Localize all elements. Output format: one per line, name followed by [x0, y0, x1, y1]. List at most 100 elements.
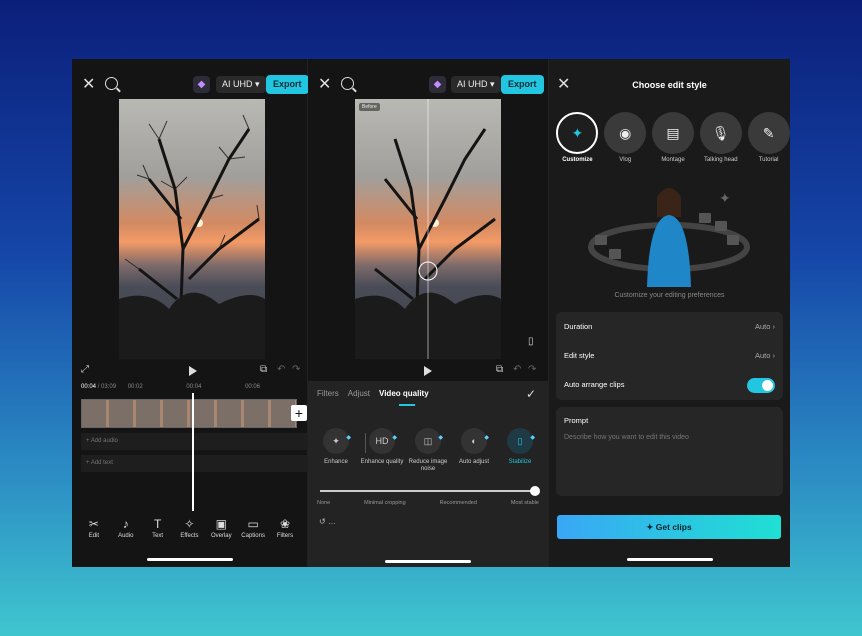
- gem-icon: ◆: [346, 435, 351, 441]
- close-icon[interactable]: ✕: [318, 75, 331, 95]
- reset-icon[interactable]: ↺ …: [319, 517, 336, 526]
- option-glyph: ✦: [332, 436, 340, 446]
- option-auto-adjust[interactable]: ◐ ◆ Auto adjust: [452, 428, 496, 473]
- option-enhance-quality[interactable]: HD ◆ Enhance quality: [360, 428, 404, 473]
- export-button[interactable]: Export: [266, 75, 309, 94]
- tab-adjust[interactable]: Adjust: [348, 389, 370, 398]
- tool-label: Text: [152, 533, 164, 539]
- tool-filters[interactable]: ❀ Filters: [270, 517, 300, 539]
- video-preview[interactable]: [119, 99, 265, 359]
- option-label: Auto adjust: [458, 459, 490, 465]
- page-title: Choose edit style: [632, 80, 707, 90]
- hint-text: Customize your editing preferences: [614, 292, 725, 299]
- prompt-input[interactable]: Describe how you want to edit this video: [564, 434, 689, 441]
- auto-arrange-row: Auto arrange clips: [564, 377, 775, 393]
- stabilize-icon: ▯ ◆: [507, 428, 535, 454]
- duration-label: Duration: [564, 322, 593, 331]
- option-glyph: HD: [375, 436, 389, 446]
- gem-icon[interactable]: ◆: [193, 76, 210, 93]
- export-button[interactable]: Export: [501, 75, 544, 94]
- tool-overlay[interactable]: ▣ Overlay: [206, 517, 236, 539]
- prompt-card[interactable]: Prompt Describe how you want to edit thi…: [556, 407, 783, 496]
- scissors-icon: ✂: [88, 517, 99, 531]
- settings-card: Duration Auto › Edit style Auto › Auto arr…: [556, 312, 783, 400]
- option-enhance[interactable]: ✦ ◆ Enhance: [314, 428, 358, 473]
- tab-video-quality[interactable]: Video quality: [379, 389, 429, 398]
- chevron-right-icon: ›: [772, 351, 776, 360]
- option-stabilize[interactable]: ▯ ◆ Stabilize: [498, 428, 542, 473]
- redo-icon[interactable]: ↷: [528, 364, 536, 375]
- tab-bar: Filters Adjust Video quality: [317, 389, 429, 398]
- edit-style-row[interactable]: Edit style Auto ›: [564, 348, 775, 364]
- style-montage[interactable]: ▤ Montage: [651, 112, 695, 163]
- tool-audio[interactable]: ♪ Audio: [111, 517, 141, 539]
- close-icon[interactable]: ✕: [82, 75, 95, 95]
- ruler-tick: 00:04: [186, 384, 202, 390]
- tool-effects[interactable]: ✧ Effects: [174, 517, 204, 539]
- get-clips-button[interactable]: ✦ Get clips: [557, 515, 781, 539]
- add-audio-row[interactable]: + Add audio: [81, 433, 308, 450]
- play-icon[interactable]: [189, 366, 197, 376]
- option-label: Enhance quality: [360, 459, 404, 465]
- auto-arrange-toggle[interactable]: [747, 378, 775, 393]
- option-glyph: ▯: [517, 436, 523, 446]
- playhead[interactable]: [192, 393, 194, 511]
- get-clips-label: Get clips: [655, 522, 692, 532]
- undo-icon[interactable]: ↶: [277, 364, 285, 375]
- add-audio-label: Add audio: [90, 438, 118, 444]
- option-glyph: ◫: [423, 436, 433, 446]
- play-icon[interactable]: [424, 366, 432, 376]
- video-clip-track[interactable]: [81, 399, 297, 428]
- overlay-icon: ▣: [215, 517, 227, 531]
- compare-icon[interactable]: ⧉: [260, 364, 267, 375]
- search-icon[interactable]: [341, 77, 354, 90]
- option-divider: [365, 433, 366, 453]
- gem-icon: ◆: [438, 435, 443, 441]
- add-clip-button[interactable]: +: [291, 405, 307, 421]
- home-indicator: [385, 560, 471, 563]
- style-label: Vlog: [619, 157, 632, 163]
- style-customize[interactable]: ✦ Customize: [556, 112, 599, 163]
- check-icon[interactable]: ✓: [526, 387, 536, 401]
- tool-text[interactable]: T Text: [143, 517, 173, 539]
- compare-icon[interactable]: ⧉: [496, 364, 503, 375]
- duration-row[interactable]: Duration Auto ›: [564, 319, 775, 335]
- redo-icon[interactable]: ↷: [292, 364, 300, 375]
- slider-handle[interactable]: [530, 486, 540, 496]
- quality-sheet: Filters Adjust Video quality ✓ ✦ ◆ Enhance…: [308, 381, 548, 567]
- tool-edit[interactable]: ✂ Edit: [79, 517, 109, 539]
- style-talking-head[interactable]: 🎙 Talking head: [699, 112, 742, 163]
- style-tutorial[interactable]: ✎ Tutorial: [747, 112, 790, 163]
- pen-icon: ✎: [747, 112, 790, 154]
- tool-label: Overlay: [210, 533, 232, 539]
- style-vlog[interactable]: ◉ Vlog: [604, 112, 647, 163]
- tree-silhouette: [355, 99, 501, 359]
- aspect-icon[interactable]: ▯: [528, 336, 534, 347]
- add-text-label: Add text: [90, 460, 113, 466]
- fullscreen-icon[interactable]: ⤢: [81, 364, 89, 375]
- slider-label: Minimal cropping: [364, 500, 406, 506]
- quality-dropdown[interactable]: AI UHD ▾: [216, 76, 266, 93]
- quality-dropdown[interactable]: AI UHD ▾: [451, 76, 501, 93]
- style-label: Tutorial: [758, 157, 779, 163]
- tool-captions[interactable]: ▭ Captions: [238, 517, 268, 539]
- edit-style-value: Auto ›: [755, 348, 775, 364]
- tool-label: Audio: [118, 533, 134, 539]
- tab-filters[interactable]: Filters: [317, 389, 339, 398]
- time-total: / 03:09: [97, 384, 117, 390]
- preview-controls: ⧉ ↶ ↷: [308, 364, 548, 378]
- edit-style-label: Edit style: [564, 351, 595, 360]
- undo-icon[interactable]: ↶: [513, 364, 521, 375]
- slider-label: None: [317, 500, 331, 506]
- video-preview-compare[interactable]: Before: [355, 99, 501, 359]
- gem-icon[interactable]: ◆: [429, 76, 446, 93]
- slider-label: Most stable: [510, 500, 539, 506]
- option-reduce-noise[interactable]: ◫ ◆ Reduce image noise: [406, 428, 450, 473]
- quality-label: AI UHD: [222, 79, 253, 89]
- time-ruler: 00:04 / 03:09 00:02 00:04 00:06: [81, 384, 260, 390]
- stabilize-slider[interactable]: [320, 490, 536, 492]
- add-text-row[interactable]: + Add text: [81, 455, 308, 472]
- search-icon[interactable]: [105, 77, 118, 90]
- style-picker: ✦ Customize ◉ Vlog ▤ Montage 🎙 Talking head …: [556, 112, 790, 163]
- filters-icon: ❀: [279, 517, 291, 531]
